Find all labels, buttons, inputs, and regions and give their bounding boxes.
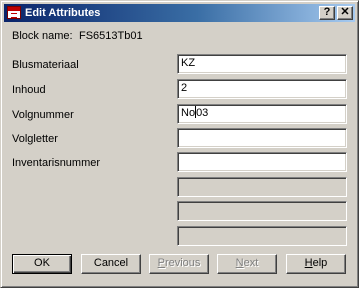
ok-button[interactable]: OK (12, 254, 72, 274)
attribute-label-inhoud: Inhoud (12, 84, 46, 96)
block-name-value: FS6513Tb01 (79, 30, 143, 42)
attribute-field-volgletter[interactable] (177, 128, 347, 148)
volgnummer-value-start: No (181, 107, 196, 119)
attribute-field-empty-2 (177, 201, 347, 221)
title-bar[interactable]: Edit Attributes ? ✕ (4, 4, 355, 22)
close-button[interactable]: ✕ (337, 6, 353, 20)
block-name-label: Block name: (12, 30, 73, 42)
attribute-field-inhoud[interactable]: 2 (177, 79, 347, 99)
cancel-button[interactable]: Cancel (81, 254, 141, 274)
window-title: Edit Attributes (25, 7, 101, 19)
volgnummer-value-end: 03 (196, 107, 209, 119)
attribute-field-blusmateriaal[interactable]: KZ (177, 54, 347, 74)
attribute-field-empty-3 (177, 226, 347, 246)
next-button[interactable]: Next (217, 254, 277, 274)
attribute-label-blusmateriaal: Blusmateriaal (12, 59, 79, 71)
attribute-label-volgnummer: Volgnummer (12, 109, 74, 121)
attribute-field-inventarisnummer[interactable] (177, 152, 347, 172)
app-icon (7, 6, 21, 19)
attribute-label-volgletter: Volgletter (12, 133, 58, 145)
help-caption-button[interactable]: ? (319, 6, 335, 20)
attribute-field-volgnummer[interactable]: No03 (177, 104, 347, 124)
edit-attributes-dialog: Edit Attributes ? ✕ Block name: FS6513Tb… (0, 0, 359, 288)
help-button[interactable]: Help (286, 254, 346, 274)
attribute-field-empty-1 (177, 177, 347, 197)
attribute-label-inventarisnummer: Inventarisnummer (12, 157, 101, 169)
previous-button[interactable]: Previous (149, 254, 209, 274)
